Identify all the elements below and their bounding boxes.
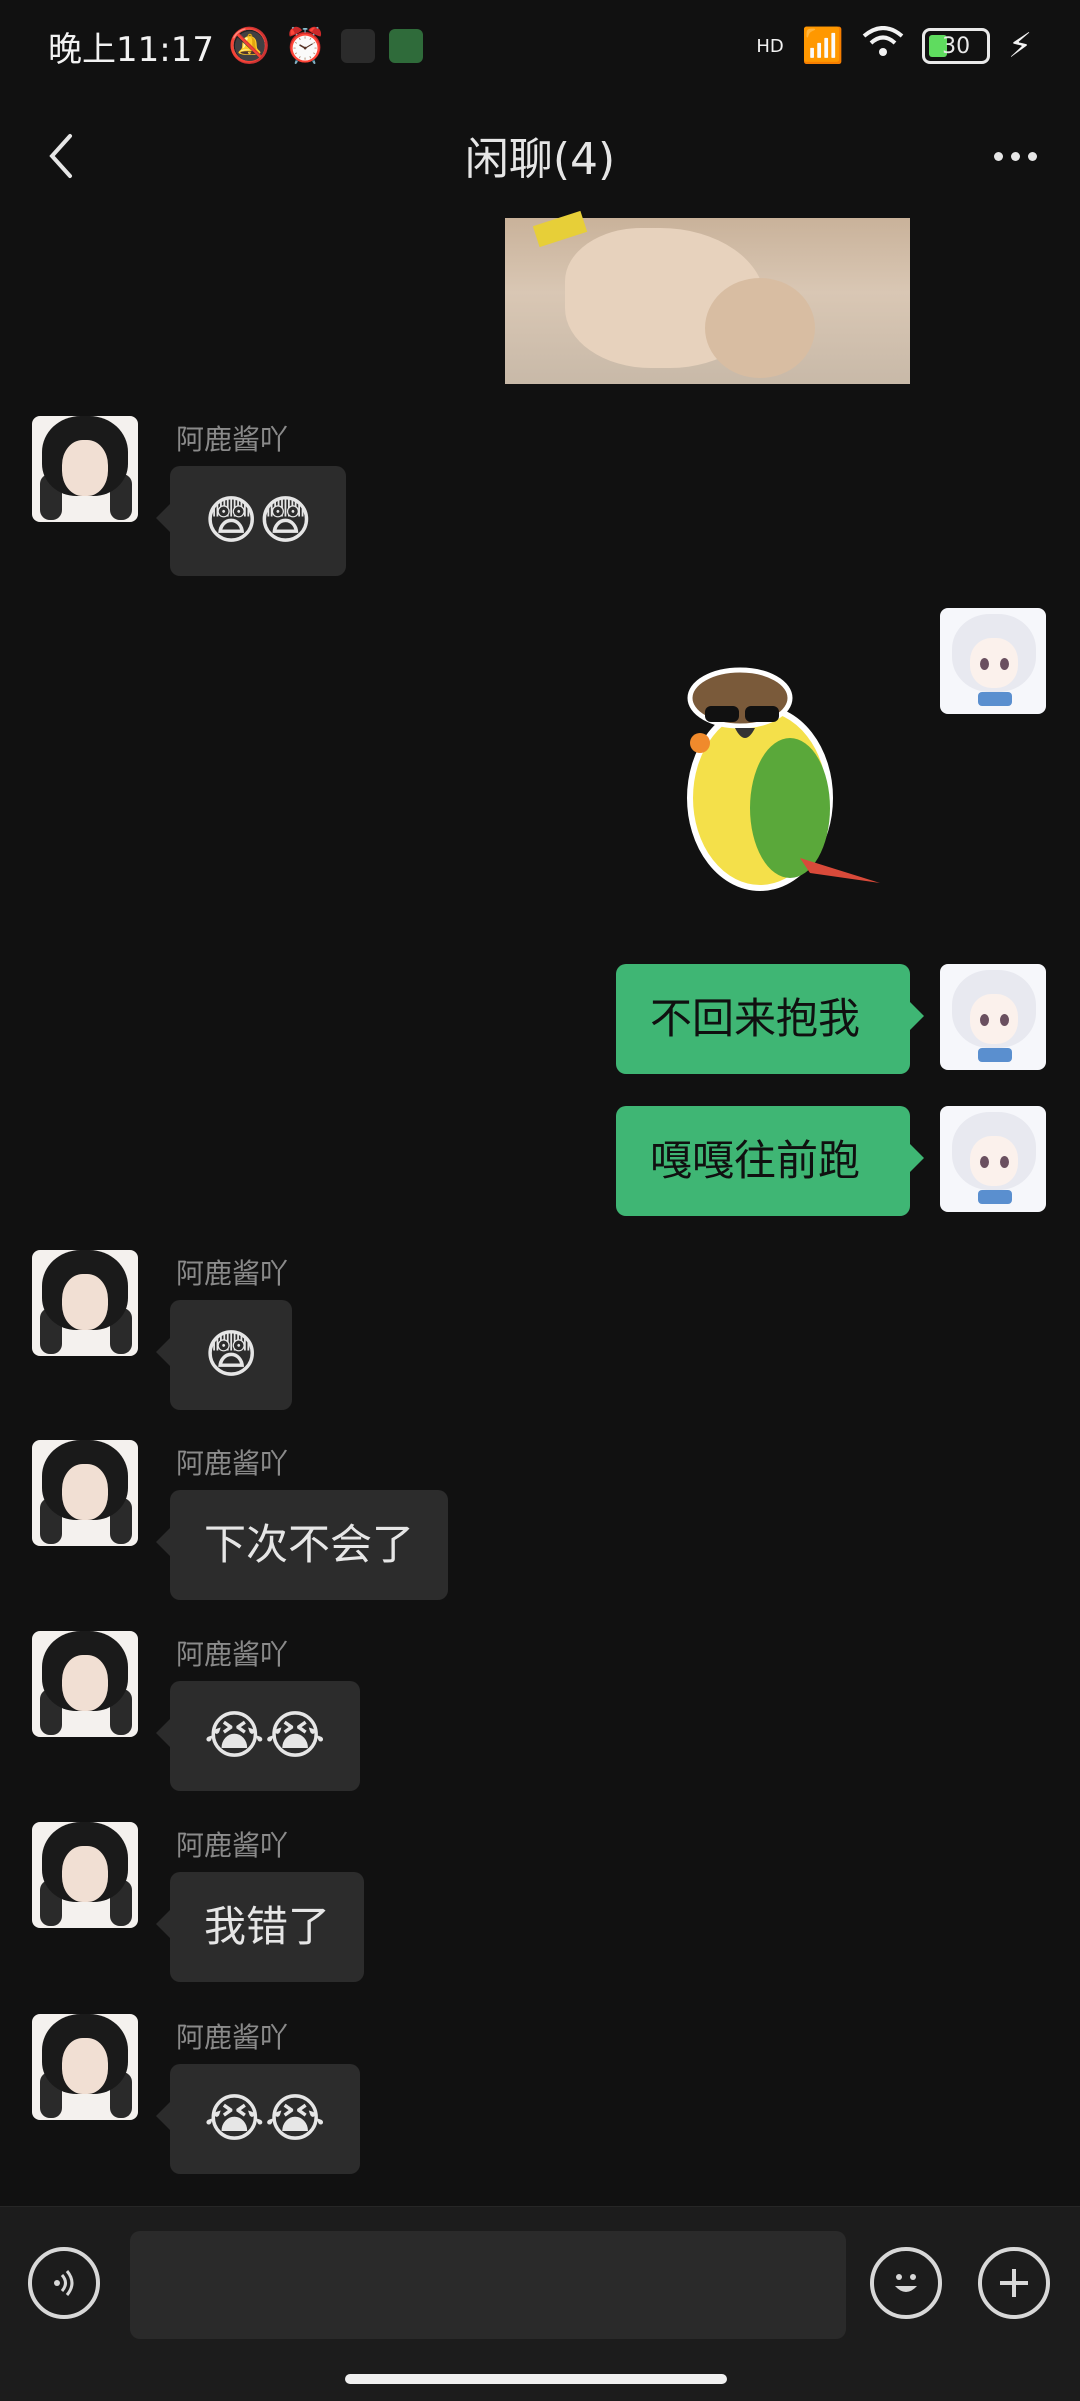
chat-title: 闲聊(4): [464, 134, 616, 185]
image-message[interactable]: [505, 210, 910, 384]
sender-name: 阿鹿酱吖: [176, 1447, 289, 1480]
message-bubble[interactable]: 我错了: [155, 1872, 365, 1982]
message-input[interactable]: [130, 2231, 846, 2339]
app-notification-icon-2: [388, 29, 423, 63]
signal-icon: 📶: [801, 26, 845, 66]
my-avatar[interactable]: [940, 964, 1046, 1070]
sender-avatar[interactable]: [32, 1250, 138, 1356]
input-bar: [0, 2206, 1080, 2401]
chat-header: 闲聊(4): [0, 100, 1080, 210]
sender-name: 阿鹿酱吖: [176, 1257, 289, 1290]
clock: 晚上11:17: [48, 29, 214, 70]
more-dot: [1027, 151, 1037, 161]
more-dot: [993, 151, 1003, 161]
sender-name: 阿鹿酱吖: [176, 1829, 289, 1862]
parrot-sticker[interactable]: [650, 658, 890, 908]
my-avatar[interactable]: [940, 608, 1046, 714]
status-right: HD 📶 30 ⚡: [756, 25, 1032, 67]
sender-name: 阿鹿酱吖: [176, 1638, 289, 1671]
charging-icon: ⚡: [1008, 26, 1032, 66]
more-options-button[interactable]: [980, 126, 1050, 186]
battery-level: 30: [942, 33, 971, 59]
message-bubble[interactable]: 嘎嘎往前跑: [616, 1106, 924, 1216]
message-bubble[interactable]: 😭😭: [156, 1681, 360, 1791]
message-list[interactable]: 阿鹿酱吖 😨😨 不回来抱我 嘎嘎往前跑 阿鹿酱吖 😨 阿鹿酱吖 下次不会了 阿鹿…: [0, 210, 1080, 2198]
wifi-icon: [862, 25, 904, 67]
sender-avatar[interactable]: [32, 1822, 138, 1928]
emoji-icon: [895, 2274, 917, 2292]
my-avatar[interactable]: [940, 1106, 1046, 1212]
add-button[interactable]: [978, 2247, 1050, 2319]
alarm-icon: ⏰: [284, 26, 327, 66]
app-notification-icon: [340, 29, 375, 63]
status-left: 晚上11:17 🔕 ⏰: [48, 22, 423, 71]
more-dot: [1010, 151, 1020, 161]
sender-avatar[interactable]: [32, 1631, 138, 1737]
emoji-button[interactable]: [870, 2247, 942, 2319]
message-bubble[interactable]: 😨: [155, 1300, 293, 1410]
sender-avatar[interactable]: [32, 2014, 138, 2120]
hd-label: HD: [756, 35, 784, 57]
home-indicator[interactable]: [345, 2374, 727, 2384]
sender-avatar[interactable]: [32, 416, 138, 522]
message-bubble[interactable]: 😭😭: [156, 2064, 360, 2174]
sender-avatar[interactable]: [32, 1440, 138, 1546]
sender-name: 阿鹿酱吖: [176, 423, 289, 456]
voice-icon: [54, 2270, 74, 2296]
message-bubble[interactable]: 下次不会了: [155, 1490, 449, 1600]
chevron-left-icon: [49, 134, 72, 178]
sender-name: 阿鹿酱吖: [176, 2021, 289, 2054]
back-button[interactable]: [30, 126, 90, 186]
message-bubble[interactable]: 不回来抱我: [616, 964, 924, 1074]
mute-icon: 🔕: [227, 26, 271, 66]
message-bubble[interactable]: 😨😨: [155, 466, 347, 576]
status-bar: 晚上11:17 🔕 ⏰ HD 📶 30 ⚡: [0, 0, 1080, 92]
plus-icon: [1000, 2269, 1028, 2297]
battery-icon: 30: [922, 28, 991, 64]
voice-button[interactable]: [28, 2247, 100, 2319]
